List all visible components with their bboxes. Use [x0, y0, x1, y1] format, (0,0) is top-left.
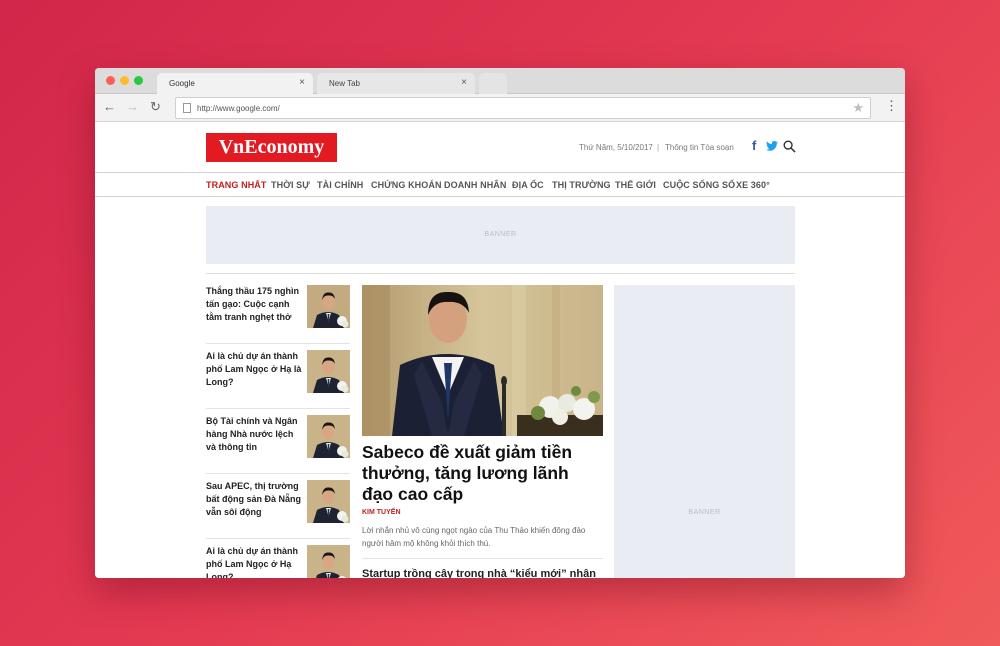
editorial-info-link[interactable]: Thông tin Tòa soạn [665, 143, 734, 152]
tab-bar: Google × New Tab × [95, 68, 905, 94]
secondary-story-title[interactable]: Startup trồng cây trong nhà “kiểu mới” n… [362, 568, 603, 578]
more-menu-icon[interactable]: ⋮ [885, 99, 898, 113]
menu-item-xe-360[interactable]: XE 360° [736, 180, 770, 190]
list-separator [206, 408, 350, 409]
main-story-image[interactable] [362, 285, 603, 436]
search-icon[interactable] [783, 140, 796, 153]
menu-item-trang-nhat[interactable]: TRANG NHẤT [206, 180, 267, 190]
list-item-title[interactable]: Thắng thầu 175 nghìn tấn gạo: Cuộc cạnh … [206, 285, 304, 324]
browser-toolbar: ← → ↻ http://www.google.com/ ★ ⋮ [95, 94, 905, 122]
list-separator [206, 538, 350, 539]
list-item-title[interactable]: Bộ Tài chính và Ngân hàng Nhà nước lệch … [206, 415, 304, 454]
close-tab-icon[interactable]: × [461, 77, 467, 88]
twitter-icon[interactable] [766, 141, 778, 151]
main-story-separator [362, 558, 603, 559]
list-item[interactable]: Sau APEC, thị trường bất động sản Đà Nẵn… [206, 480, 350, 535]
address-bar[interactable]: http://www.google.com/ ★ [175, 97, 871, 119]
list-item[interactable]: Ai là chủ dự án thành phố Lam Ngọc ở Hạ … [206, 545, 350, 578]
star-icon[interactable]: ★ [852, 100, 864, 116]
site-logo[interactable]: VnEconomy [206, 133, 337, 162]
new-tab-button[interactable] [479, 73, 507, 94]
list-item-title[interactable]: Ai là chủ dự án thành phố Lam Ngọc ở Hạ … [206, 350, 304, 389]
list-separator [206, 343, 350, 344]
main-menu: TRANG NHẤT THỜI SỰ TÀI CHÍNH CHỨNG KHOÁN… [95, 172, 905, 197]
top-banner[interactable]: BANNER [206, 206, 795, 264]
web-page: VnEconomy Thứ Năm, 5/10/2017 | Thông tin… [95, 122, 905, 578]
tab-google[interactable]: Google × [157, 73, 313, 94]
section-divider [206, 273, 795, 274]
reload-icon[interactable]: ↻ [150, 100, 161, 114]
list-item-title[interactable]: Ai là chủ dự án thành phố Lam Ngọc ở Hạ … [206, 545, 304, 578]
menu-item-thoi-su[interactable]: THỜI SỰ [271, 180, 310, 190]
list-item-title[interactable]: Sau APEC, thị trường bất động sản Đà Nẵn… [206, 480, 304, 519]
url-text[interactable]: http://www.google.com/ [197, 104, 280, 113]
menu-item-dia-oc[interactable]: ĐỊA ỐC [512, 180, 544, 190]
forward-arrow-icon[interactable]: → [126, 100, 139, 114]
tab-new-tab[interactable]: New Tab × [317, 73, 475, 94]
current-date: Thứ Năm, 5/10/2017 [579, 143, 653, 152]
menu-item-doanh-nhan[interactable]: DOANH NHÂN [444, 180, 507, 190]
back-arrow-icon[interactable]: ← [103, 100, 116, 114]
minimize-window-button[interactable] [120, 76, 129, 85]
list-item-thumbnail[interactable] [307, 480, 350, 523]
page-icon [183, 103, 191, 113]
browser-window: Google × New Tab × ← → ↻ http://www.goog… [95, 68, 905, 578]
menu-item-tai-chinh[interactable]: TÀI CHÍNH [317, 180, 363, 190]
menu-item-cuoc-song-so[interactable]: CUỘC SỐNG SỐ [663, 180, 735, 190]
list-item[interactable]: Thắng thầu 175 nghìn tấn gạo: Cuộc cạnh … [206, 285, 350, 340]
list-item-thumbnail[interactable] [307, 285, 350, 328]
list-item[interactable]: Ai là chủ dự án thành phố Lam Ngọc ở Hạ … [206, 350, 350, 405]
close-window-button[interactable] [106, 76, 115, 85]
header-separator: | [657, 143, 660, 152]
close-tab-icon[interactable]: × [299, 77, 305, 88]
menu-item-chung-khoan[interactable]: CHỨNG KHOÁN [371, 180, 442, 190]
list-item-thumbnail[interactable] [307, 545, 350, 578]
main-story-author[interactable]: KIM TUYẾN [362, 509, 401, 516]
list-item-thumbnail[interactable] [307, 350, 350, 393]
main-story-headline[interactable]: Sabeco đề xuất giảm tiền thưởng, tăng lư… [362, 442, 603, 505]
menu-item-thi-truong[interactable]: THỊ TRƯỜNG [552, 180, 611, 190]
list-separator [206, 473, 350, 474]
tab-label: New Tab [329, 79, 360, 88]
list-item-thumbnail[interactable] [307, 415, 350, 458]
side-banner[interactable]: BANNER [614, 285, 795, 578]
list-item[interactable]: Bộ Tài chính và Ngân hàng Nhà nước lệch … [206, 415, 350, 470]
menu-item-the-gioi[interactable]: THẾ GIỚI [615, 180, 656, 190]
tab-label: Google [169, 79, 195, 88]
maximize-window-button[interactable] [134, 76, 143, 85]
facebook-icon[interactable]: f [752, 138, 756, 153]
main-story-excerpt: Lời nhắn nhủ vô cùng ngọt ngào của Thu T… [362, 526, 586, 548]
